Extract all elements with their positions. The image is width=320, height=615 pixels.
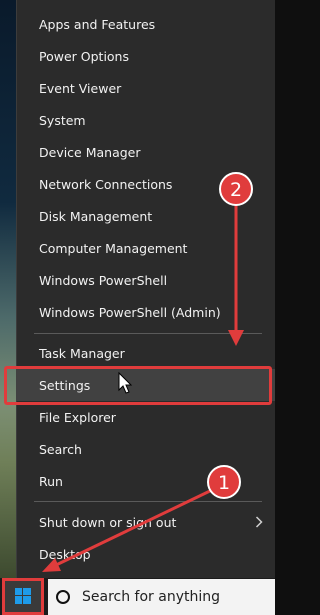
menu-item-event-viewer[interactable]: Event Viewer — [16, 72, 275, 104]
menu-item-label: Task Manager — [39, 345, 125, 361]
desktop-background — [0, 0, 16, 578]
menu-item-windows-powershell-admin[interactable]: Windows PowerShell (Admin) — [16, 296, 275, 328]
menu-item-device-manager[interactable]: Device Manager — [16, 136, 275, 168]
menu-item-label: Desktop — [39, 546, 91, 562]
menu-item-disk-management[interactable]: Disk Management — [16, 200, 275, 232]
screen: Apps and Features Power Options Event Vi… — [0, 0, 275, 615]
settings-highlight-box — [4, 366, 272, 405]
search-placeholder: Search for anything — [82, 589, 220, 605]
start-button[interactable] — [2, 578, 44, 615]
menu-item-label: Network Connections — [39, 176, 173, 192]
menu-item-label: Windows PowerShell (Admin) — [39, 304, 221, 320]
taskbar-search-box[interactable]: Search for anything — [48, 579, 275, 615]
menu-separator — [34, 501, 262, 502]
menu-item-label: Disk Management — [39, 208, 153, 224]
menu-item-label: Power Options — [39, 48, 129, 64]
menu-item-label: File Explorer — [39, 409, 116, 425]
menu-item-shut-down-or-sign-out[interactable]: Shut down or sign out — [16, 506, 275, 538]
menu-item-label: System — [39, 112, 86, 128]
menu-item-label: Run — [39, 473, 63, 489]
menu-item-file-explorer[interactable]: File Explorer — [16, 401, 275, 433]
menu-item-label: Shut down or sign out — [39, 514, 177, 530]
menu-item-label: Event Viewer — [39, 80, 122, 96]
menu-item-computer-management[interactable]: Computer Management — [16, 232, 275, 264]
menu-item-apps-and-features[interactable]: Apps and Features — [16, 8, 275, 40]
menu-separator — [34, 333, 262, 334]
search-circle-icon — [56, 590, 70, 604]
menu-item-label: Search — [39, 441, 82, 457]
menu-item-label: Apps and Features — [39, 16, 156, 32]
menu-item-network-connections[interactable]: Network Connections — [16, 168, 275, 200]
menu-item-run[interactable]: Run — [16, 465, 275, 497]
winx-context-menu: Apps and Features Power Options Event Vi… — [16, 0, 275, 578]
menu-item-windows-powershell[interactable]: Windows PowerShell — [16, 264, 275, 296]
windows-logo-icon — [15, 588, 31, 604]
menu-item-system[interactable]: System — [16, 104, 275, 136]
menu-item-desktop[interactable]: Desktop — [16, 538, 275, 570]
menu-item-task-manager[interactable]: Task Manager — [16, 337, 275, 369]
menu-item-search[interactable]: Search — [16, 433, 275, 465]
chevron-right-icon — [255, 516, 263, 528]
menu-item-label: Windows PowerShell — [39, 272, 168, 288]
menu-item-label: Computer Management — [39, 240, 188, 256]
menu-item-power-options[interactable]: Power Options — [16, 40, 275, 72]
menu-item-label: Device Manager — [39, 144, 141, 160]
